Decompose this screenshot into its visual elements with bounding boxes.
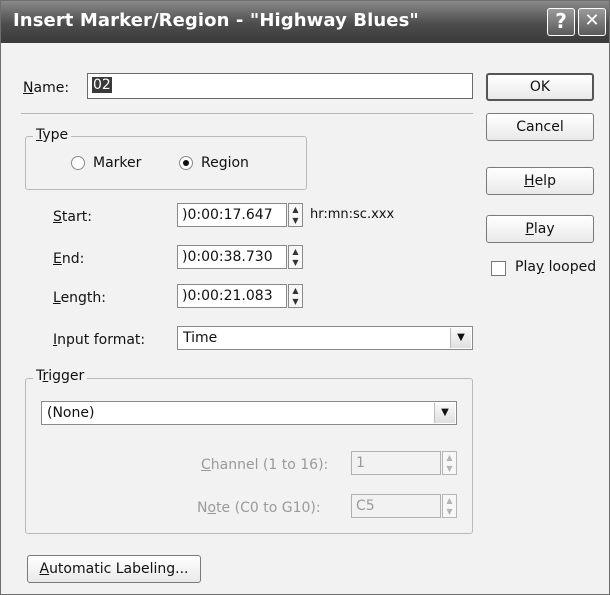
spin-up-icon[interactable]: ▲ xyxy=(289,285,302,296)
start-label: Start: xyxy=(53,209,92,225)
chevron-down-icon[interactable]: ▼ xyxy=(434,403,455,423)
name-label: Name: xyxy=(23,80,70,96)
play-button[interactable]: Play xyxy=(486,215,594,243)
insert-marker-dialog: Insert Marker/Region - "Highway Blues" ?… xyxy=(0,0,610,595)
input-format-value: Time xyxy=(183,330,218,346)
name-input[interactable]: 02 xyxy=(87,73,473,99)
spin-down-icon[interactable]: ▼ xyxy=(289,296,302,307)
input-format-label: Input format: xyxy=(53,332,146,348)
end-label: End: xyxy=(53,251,85,267)
help-title-button[interactable]: ? xyxy=(547,8,575,36)
note-spinner[interactable]: ▲ ▼ xyxy=(442,494,457,518)
type-group xyxy=(25,136,307,190)
trigger-value: (None) xyxy=(47,405,95,421)
window-title: Insert Marker/Region - "Highway Blues" xyxy=(13,10,419,31)
trigger-group-label: Trigger xyxy=(33,368,88,384)
spin-up-icon[interactable]: ▲ xyxy=(443,495,456,506)
spin-up-icon[interactable]: ▲ xyxy=(289,204,302,215)
channel-label: Channel (1 to 16): xyxy=(201,457,329,473)
spin-down-icon[interactable]: ▼ xyxy=(443,463,456,474)
trigger-select[interactable]: (None) ▼ xyxy=(41,401,457,425)
chevron-down-icon[interactable]: ▼ xyxy=(450,328,471,348)
title-bar: Insert Marker/Region - "Highway Blues" ?… xyxy=(1,1,609,43)
marker-radio-label[interactable]: Marker xyxy=(93,155,141,171)
region-radio-label[interactable]: Region xyxy=(201,155,249,171)
close-button[interactable]: ✕ xyxy=(578,8,606,36)
channel-spinner[interactable]: ▲ ▼ xyxy=(442,451,457,475)
spin-down-icon[interactable]: ▼ xyxy=(443,506,456,517)
length-spinner[interactable]: ▲ ▼ xyxy=(288,284,303,308)
channel-input[interactable]: 1 xyxy=(351,451,441,475)
time-format-hint: hr:mn:sc.xxx xyxy=(310,207,395,222)
start-spinner[interactable]: ▲ ▼ xyxy=(288,203,303,227)
play-looped-label[interactable]: Play looped xyxy=(515,259,596,275)
marker-radio[interactable] xyxy=(71,156,85,170)
input-format-select[interactable]: Time ▼ xyxy=(177,326,473,350)
note-input[interactable]: C5 xyxy=(351,494,441,518)
automatic-labeling-button[interactable]: Automatic Labeling... xyxy=(27,555,201,583)
note-label: Note (C0 to G10): xyxy=(197,500,321,516)
spin-down-icon[interactable]: ▼ xyxy=(289,257,302,268)
name-input-value: 02 xyxy=(92,77,112,93)
separator xyxy=(21,113,473,114)
end-input[interactable]: )0:00:38.730 xyxy=(177,245,287,269)
spin-up-icon[interactable]: ▲ xyxy=(443,452,456,463)
region-radio[interactable] xyxy=(179,156,193,170)
end-spinner[interactable]: ▲ ▼ xyxy=(288,245,303,269)
cancel-button[interactable]: Cancel xyxy=(486,113,594,141)
start-input[interactable]: )0:00:17.647 xyxy=(177,203,287,227)
ok-button[interactable]: OK xyxy=(486,73,594,101)
length-input[interactable]: )0:00:21.083 xyxy=(177,284,287,308)
spin-up-icon[interactable]: ▲ xyxy=(289,246,302,257)
spin-down-icon[interactable]: ▼ xyxy=(289,215,302,226)
play-looped-checkbox[interactable] xyxy=(491,261,506,276)
length-label: Length: xyxy=(53,290,107,306)
help-button[interactable]: Help xyxy=(486,167,594,195)
type-group-label: Type xyxy=(33,127,72,143)
